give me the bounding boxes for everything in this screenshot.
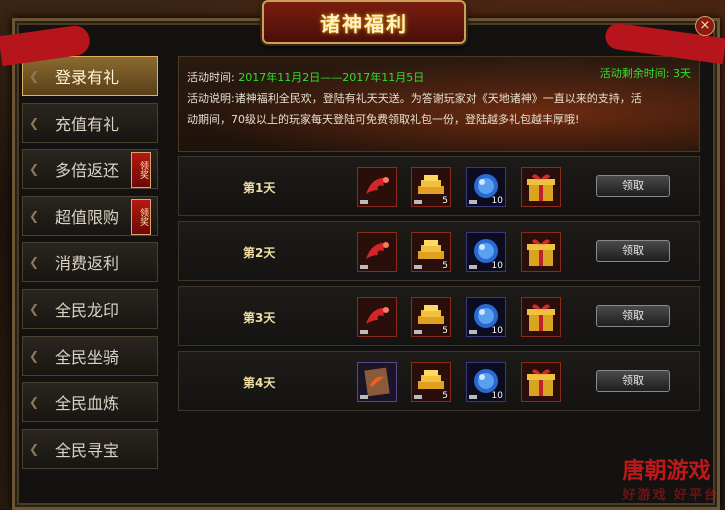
arrow-icon: ❮	[29, 208, 40, 223]
bound-mark	[469, 395, 477, 399]
gold-bars-icon[interactable]: 5	[411, 167, 451, 207]
sidebar-item-multi-return[interactable]: ❮ 多倍返还 领奖	[22, 149, 158, 190]
sidebar-item-label: 充值有礼	[55, 114, 120, 134]
arrow-icon: ❮	[29, 348, 40, 363]
scroll-book-icon[interactable]	[357, 362, 397, 402]
item-quantity: 5	[442, 326, 448, 336]
sidebar-item-spend-rebate[interactable]: ❮ 消费返利	[22, 242, 158, 283]
gold-bars-icon[interactable]: 5	[411, 362, 451, 402]
time-remaining: 活动剩余时间: 3天	[599, 67, 691, 80]
event-time-range: 2017年11月2日——2017年11月5日	[238, 71, 425, 84]
sidebar-item-label: 全民坐骑	[55, 347, 120, 367]
item-quantity: 10	[491, 391, 503, 401]
claim-button[interactable]: 领取	[596, 370, 670, 392]
day-label: 第1天	[243, 181, 276, 195]
arrow-icon: ❮	[29, 115, 40, 130]
bound-mark	[469, 330, 477, 334]
gift-box-icon[interactable]	[521, 362, 561, 402]
arrow-icon: ❮	[29, 162, 40, 177]
sidebar-item-label: 全民血炼	[55, 394, 120, 414]
reward-row: 第1天 5 10 领取	[178, 156, 700, 216]
event-desc-line2: 动期间，70级以上的玩家每天登陆可免费领取礼包一份，登陆越多礼包越丰厚哦!	[187, 113, 580, 126]
sidebar-menu: ❮ 登录有礼 ❮ 充值有礼 ❮ 多倍返还 领奖 ❮ 超值限购 领奖 ❮ 消费返利…	[22, 56, 162, 475]
arrow-icon: ❮	[29, 441, 40, 456]
sidebar-item-dragon-seal[interactable]: ❮ 全民龙印	[22, 288, 158, 329]
sidebar-item-label: 登录有礼	[55, 68, 120, 87]
blue-orb-icon[interactable]: 10	[466, 167, 506, 207]
sidebar-item-label: 超值限购	[55, 207, 120, 227]
bound-mark	[414, 200, 422, 204]
item-quantity: 5	[442, 196, 448, 206]
red-feather-icon[interactable]	[357, 167, 397, 207]
watermark-sub: 好游戏 好平台	[622, 488, 719, 503]
sidebar-item-label: 全民寻宝	[55, 440, 120, 460]
event-description: 活动说明:诸神福利全民欢，登陆有礼天天送。为答谢玩家对《天地诸神》一直以来的支持…	[187, 88, 691, 130]
day-label: 第4天	[243, 376, 276, 390]
bound-mark	[360, 395, 368, 399]
close-icon: ×	[699, 18, 711, 33]
bound-mark	[469, 200, 477, 204]
item-quantity: 5	[442, 391, 448, 401]
item-quantity: 5	[442, 261, 448, 271]
bound-mark	[360, 265, 368, 269]
daily-reward-list: 第1天 5 10 领取 第2天 5 10 领取 第3天 5 10 领取 第4天 …	[178, 156, 700, 416]
reward-row: 第2天 5 10 领取	[178, 221, 700, 281]
red-feather-icon[interactable]	[357, 232, 397, 272]
window-title: 诸神福利	[320, 11, 408, 36]
event-info-panel: 活动时间: 2017年11月2日——2017年11月5日 活动剩余时间: 3天 …	[178, 56, 700, 152]
sidebar-item-limited-buy[interactable]: ❮ 超值限购 领奖	[22, 195, 158, 236]
gift-box-icon[interactable]	[521, 167, 561, 207]
item-quantity: 10	[491, 261, 503, 271]
arrow-icon: ❮	[29, 301, 40, 316]
bound-mark	[414, 395, 422, 399]
gift-box-icon[interactable]	[521, 232, 561, 272]
bound-mark	[469, 265, 477, 269]
sidebar-item-label: 多倍返还	[55, 161, 120, 181]
arrow-icon: ❮	[29, 69, 40, 83]
claim-button[interactable]: 领取	[596, 305, 670, 327]
claim-badge: 领奖	[131, 198, 151, 235]
bound-mark	[360, 330, 368, 334]
event-desc-line1: 诸神福利全民欢，登陆有礼天天送。为答谢玩家对《天地诸神》一直以来的支持，活	[234, 92, 642, 105]
sidebar-item-recharge-gift[interactable]: ❮ 充值有礼	[22, 102, 158, 143]
bound-mark	[360, 200, 368, 204]
reward-row: 第4天 5 10 领取	[178, 351, 700, 411]
day-label: 第3天	[243, 311, 276, 325]
bound-mark	[414, 265, 422, 269]
sidebar-item-mount[interactable]: ❮ 全民坐骑	[22, 335, 158, 376]
gold-bars-icon[interactable]: 5	[411, 297, 451, 337]
blue-orb-icon[interactable]: 10	[466, 362, 506, 402]
bound-mark	[414, 330, 422, 334]
item-quantity: 10	[491, 326, 503, 336]
event-time-label: 活动时间:	[187, 71, 235, 84]
watermark-main: 唐朝游戏	[622, 459, 711, 484]
sidebar-item-treasure-hunt[interactable]: ❮ 全民寻宝	[22, 428, 158, 469]
arrow-icon: ❮	[29, 255, 40, 270]
close-button[interactable]: ×	[695, 16, 715, 36]
sidebar-item-label: 全民龙印	[55, 300, 120, 320]
gift-box-icon[interactable]	[521, 297, 561, 337]
blue-orb-icon[interactable]: 10	[466, 297, 506, 337]
arrow-icon: ❮	[29, 395, 40, 410]
reward-row: 第3天 5 10 领取	[178, 286, 700, 346]
claim-badge: 领奖	[131, 152, 151, 189]
event-desc-label: 活动说明:	[187, 92, 235, 105]
day-label: 第2天	[243, 246, 276, 260]
site-watermark: 唐朝游戏 好游戏 好平台	[622, 459, 719, 504]
window-title-plate: 诸神福利	[262, 0, 466, 44]
sidebar-item-blood-refine[interactable]: ❮ 全民血炼	[22, 382, 158, 423]
sidebar-item-login-gift[interactable]: ❮ 登录有礼	[22, 56, 158, 96]
red-feather-icon[interactable]	[357, 297, 397, 337]
item-quantity: 10	[491, 196, 503, 206]
sidebar-item-label: 消费返利	[55, 254, 120, 274]
claim-button[interactable]: 领取	[596, 175, 670, 197]
claim-button[interactable]: 领取	[596, 240, 670, 262]
blue-orb-icon[interactable]: 10	[466, 232, 506, 272]
gold-bars-icon[interactable]: 5	[411, 232, 451, 272]
